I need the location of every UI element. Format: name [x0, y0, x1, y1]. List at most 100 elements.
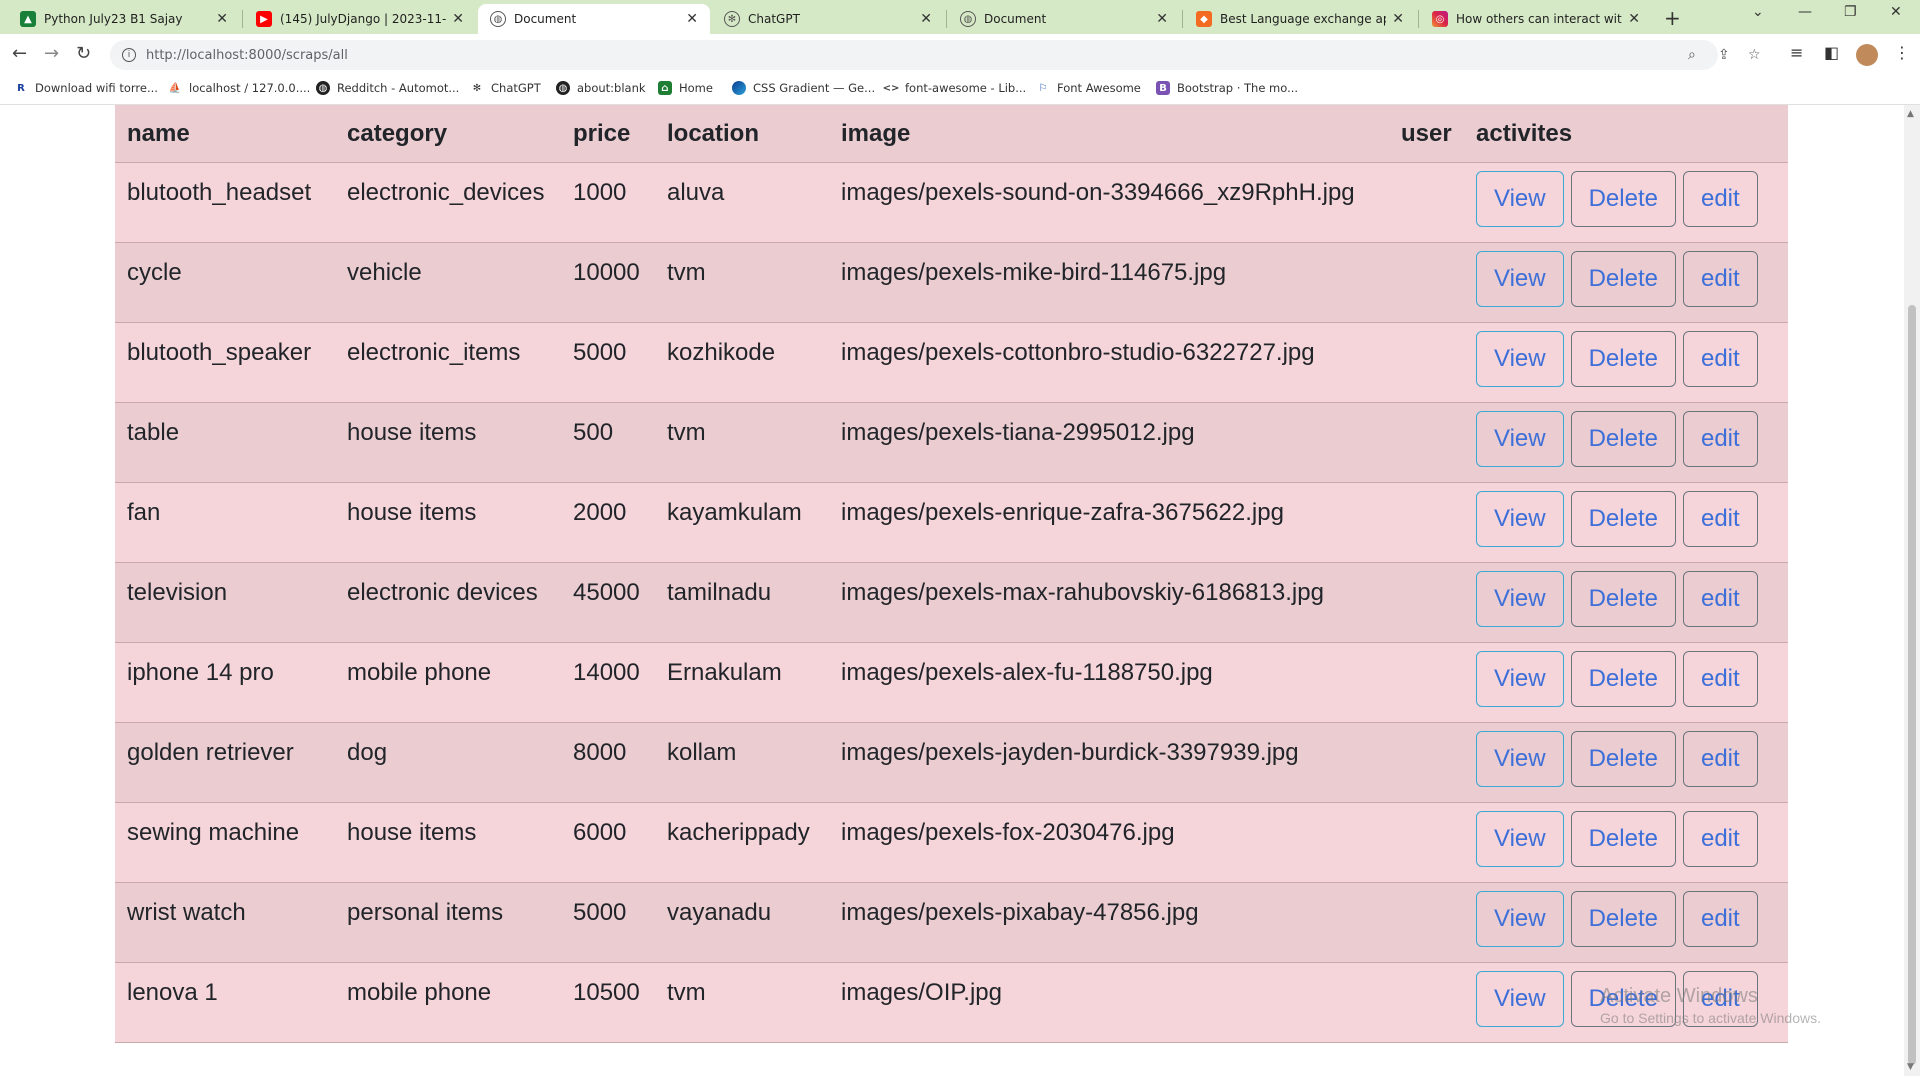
- scroll-down-arrow-icon[interactable]: ▼: [1907, 1062, 1914, 1072]
- cell-category: house items: [335, 402, 561, 483]
- cell-category: house items: [335, 802, 561, 883]
- edit-button[interactable]: edit: [1682, 651, 1758, 707]
- edit-button[interactable]: edit: [1682, 891, 1758, 947]
- cell-image: images/pexels-alex-fu-1188750.jpg: [829, 642, 1389, 723]
- close-icon[interactable]: ✕: [452, 11, 464, 27]
- edit-button[interactable]: edit: [1682, 171, 1758, 227]
- media-controls-icon[interactable]: ≡: [1790, 43, 1803, 62]
- bookmark-item[interactable]: ⚐ Font Awesome: [1036, 81, 1141, 95]
- bookmark-label: font-awesome - Lib...: [905, 81, 1027, 95]
- close-icon[interactable]: ✕: [1392, 11, 1404, 27]
- delete-button[interactable]: Delete: [1570, 331, 1676, 387]
- restore-icon[interactable]: ❐: [1844, 4, 1857, 20]
- delete-button[interactable]: Delete: [1570, 891, 1676, 947]
- column-header-price: price: [561, 105, 655, 163]
- tab-divider: [946, 10, 947, 28]
- scroll-up-arrow-icon[interactable]: ▲: [1907, 109, 1914, 119]
- close-icon[interactable]: ✕: [920, 11, 932, 27]
- delete-button[interactable]: Delete: [1570, 171, 1676, 227]
- edit-button[interactable]: edit: [1682, 491, 1758, 547]
- column-header-name: name: [115, 105, 335, 163]
- view-button[interactable]: View: [1476, 411, 1564, 467]
- bookmark-item[interactable]: ⌂ Home: [658, 81, 713, 95]
- cell-name: cycle: [115, 242, 335, 323]
- view-button[interactable]: View: [1476, 811, 1564, 867]
- delete-button[interactable]: Delete: [1570, 491, 1676, 547]
- zoom-icon[interactable]: ⌕: [1688, 47, 1696, 63]
- bookmark-star-icon[interactable]: ☆: [1748, 47, 1761, 63]
- tab-language-exchange[interactable]: ◆ Best Language exchange app - ✕: [1184, 4, 1416, 34]
- reload-icon[interactable]: ↻: [76, 43, 91, 64]
- delete-button[interactable]: Delete: [1570, 651, 1676, 707]
- view-button[interactable]: View: [1476, 651, 1564, 707]
- edit-button[interactable]: edit: [1682, 971, 1758, 1027]
- table-row: sewing machine house items 6000 kacherippad…: [115, 802, 1788, 883]
- chatgpt-icon: ✻: [472, 82, 482, 94]
- view-button[interactable]: View: [1476, 331, 1564, 387]
- delete-button[interactable]: Delete: [1570, 571, 1676, 627]
- tab-document[interactable]: ◍ Document ✕: [948, 4, 1180, 34]
- tab-instagram[interactable]: ◎ How others can interact with yo ✕: [1420, 4, 1652, 34]
- edit-button[interactable]: edit: [1682, 811, 1758, 867]
- delete-button[interactable]: Delete: [1570, 971, 1676, 1027]
- close-window-icon[interactable]: ✕: [1890, 4, 1902, 20]
- view-button[interactable]: View: [1476, 731, 1564, 787]
- css-gradient-icon: [732, 81, 746, 95]
- forward-icon[interactable]: →: [44, 43, 59, 64]
- close-icon[interactable]: ✕: [686, 11, 698, 27]
- profile-avatar[interactable]: [1856, 44, 1878, 66]
- view-button[interactable]: View: [1476, 491, 1564, 547]
- bookmark-item[interactable]: CSS Gradient — Ge...: [732, 81, 875, 95]
- classroom-icon: ▲: [20, 11, 36, 27]
- delete-button[interactable]: Delete: [1570, 811, 1676, 867]
- page-scrollbar[interactable]: ▲ ▼: [1904, 105, 1920, 1076]
- bookmark-item[interactable]: <> font-awesome - Lib...: [883, 81, 1027, 95]
- view-button[interactable]: View: [1476, 251, 1564, 307]
- bookmark-item[interactable]: R Download wifi torre...: [14, 81, 158, 95]
- edit-button[interactable]: edit: [1682, 731, 1758, 787]
- bookmark-item[interactable]: ⛵ localhost / 127.0.0....: [168, 81, 311, 95]
- cell-name: lenova 1: [115, 962, 335, 1043]
- view-button[interactable]: View: [1476, 571, 1564, 627]
- cell-category: dog: [335, 722, 561, 803]
- side-panel-icon[interactable]: ◧: [1824, 43, 1839, 62]
- tab-classroom[interactable]: ▲ Python July23 B1 Sajay ✕: [8, 4, 240, 34]
- tab-document-active[interactable]: ◍ Document ✕: [478, 4, 710, 34]
- minimize-icon[interactable]: —: [1798, 4, 1812, 20]
- table-row: cycle vehicle 10000 tvm images/pexels-mike-b…: [115, 242, 1788, 323]
- edit-button[interactable]: edit: [1682, 571, 1758, 627]
- info-icon[interactable]: i: [122, 48, 136, 62]
- close-icon[interactable]: ✕: [1156, 11, 1168, 27]
- menu-icon[interactable]: ⋮: [1894, 43, 1910, 62]
- tab-youtube[interactable]: ▶ (145) JulyDjango | 2023-11-17 | ✕: [244, 4, 476, 34]
- delete-button[interactable]: Delete: [1570, 411, 1676, 467]
- edit-button[interactable]: edit: [1682, 251, 1758, 307]
- share-icon[interactable]: ⇪: [1718, 47, 1730, 63]
- delete-button[interactable]: Delete: [1570, 731, 1676, 787]
- bookmark-item[interactable]: ◍ Redditch - Automot...: [316, 81, 459, 95]
- address-url[interactable]: http://localhost:8000/scraps/all: [146, 48, 348, 63]
- close-icon[interactable]: ✕: [216, 11, 228, 27]
- bookmark-item[interactable]: B Bootstrap · The mo...: [1156, 81, 1298, 95]
- home-icon: ⌂: [658, 81, 672, 95]
- close-icon[interactable]: ✕: [1628, 11, 1640, 27]
- new-tab-icon[interactable]: +: [1664, 6, 1681, 30]
- cell-image: images/pexels-cottonbro-studio-6322727.j…: [829, 322, 1389, 403]
- view-button[interactable]: View: [1476, 891, 1564, 947]
- bookmark-item[interactable]: ◍ about:blank: [556, 81, 646, 95]
- bookmark-item[interactable]: ✻ ChatGPT: [470, 81, 541, 95]
- tab-divider: [242, 10, 243, 28]
- view-button[interactable]: View: [1476, 171, 1564, 227]
- edit-button[interactable]: edit: [1682, 411, 1758, 467]
- back-icon[interactable]: ←: [12, 43, 27, 64]
- orange-app-icon: ◆: [1196, 11, 1212, 27]
- delete-button[interactable]: Delete: [1570, 251, 1676, 307]
- scrollbar-thumb[interactable]: [1908, 305, 1916, 1065]
- tab-chatgpt[interactable]: ✻ ChatGPT ✕: [712, 4, 944, 34]
- view-button[interactable]: View: [1476, 971, 1564, 1027]
- address-bar[interactable]: i http://localhost:8000/scraps/all ⌕ ⇪ ☆: [110, 40, 1761, 70]
- tab-search-icon[interactable]: ⌄: [1752, 4, 1764, 20]
- cell-price: 5000: [561, 882, 655, 963]
- edit-button[interactable]: edit: [1682, 331, 1758, 387]
- cell-user: [1389, 642, 1464, 723]
